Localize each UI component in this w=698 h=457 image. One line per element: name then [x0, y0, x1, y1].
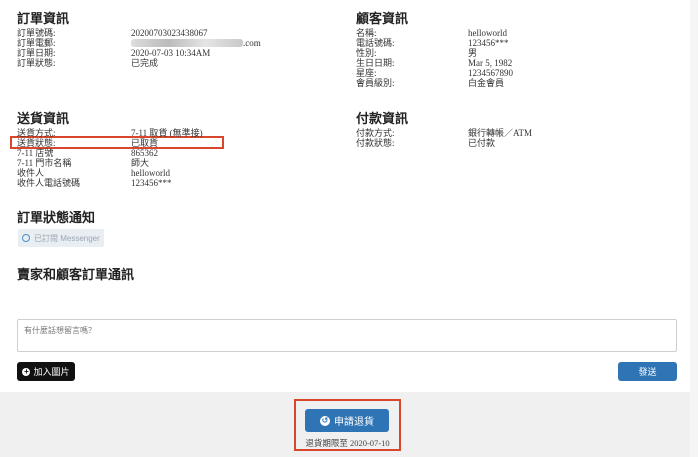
- delivery-info-title: 送貨資訊: [17, 111, 70, 126]
- check-circle-icon: [22, 234, 30, 242]
- order-status-label: 訂單狀態:: [17, 58, 56, 68]
- page-edge: [690, 0, 698, 457]
- messenger-badge-label: 已訂閱 Messenger: [34, 233, 100, 243]
- payment-status-value: 已付款: [468, 138, 496, 148]
- request-return-label: 申請退貨: [334, 417, 374, 428]
- notify-title: 訂單狀態通知: [17, 210, 96, 225]
- delivery-method-value: 7-11 取貨 (無準接): [131, 128, 203, 138]
- customer-level-value: 白金會員: [468, 78, 505, 88]
- recipient-phone-label: 收件人電話號碼: [17, 178, 81, 188]
- customer-phone-value: 123456***: [468, 38, 509, 48]
- order-detail-card: 訂單資訊 訂單號碼: 20200703023438067 訂單電郵: .com …: [0, 0, 690, 392]
- customer-zodiac-value: 1234567890: [468, 68, 513, 78]
- add-image-label: 加入圖片: [33, 367, 70, 377]
- order-date-label: 訂單日期:: [17, 48, 56, 58]
- plus-icon: +: [22, 366, 31, 376]
- recipient-phone-value: 123456***: [131, 178, 172, 188]
- payment-method-label: 付款方式:: [356, 128, 395, 138]
- store-number-value: 865362: [131, 148, 158, 158]
- order-info-title: 訂單資訊: [17, 11, 70, 26]
- send-button[interactable]: 發送: [618, 362, 677, 381]
- customer-birthday-value: Mar 5, 1982: [468, 58, 513, 68]
- request-return-button[interactable]: ↺ 申請退貨: [305, 409, 389, 432]
- recipient-label: 收件人: [17, 168, 45, 178]
- add-image-button[interactable]: + 加入圖片: [17, 362, 75, 381]
- customer-birthday-label: 生日日期:: [356, 58, 395, 68]
- return-deadline: 退貨期限至 2020-07-10: [305, 438, 390, 448]
- customer-name-label: 名稱:: [356, 28, 377, 38]
- customer-name-value: helloworld: [468, 28, 507, 38]
- payment-status-label: 付款狀態:: [356, 138, 395, 148]
- order-email-value: .com: [243, 38, 261, 48]
- customer-gender-label: 性別:: [356, 48, 377, 58]
- payment-info-title: 付款資訊: [356, 111, 409, 126]
- store-number-label: 7-11 店號: [17, 148, 54, 158]
- customer-level-label: 會員級別:: [356, 78, 395, 88]
- order-status-value: 已完成: [131, 58, 159, 68]
- message-input[interactable]: [17, 319, 677, 352]
- store-name-label: 7-11 門市名稱: [17, 158, 72, 168]
- order-number-label: 訂單號碼:: [17, 28, 56, 38]
- order-email-blur: [131, 39, 243, 47]
- delivery-status-value: 已取貨: [131, 138, 159, 148]
- recipient-value: helloworld: [131, 168, 170, 178]
- store-name-value: 師大: [131, 158, 150, 168]
- order-email-label: 訂單電郵:: [17, 38, 56, 48]
- order-number-value: 20200703023438067: [131, 28, 208, 38]
- order-date-value: 2020-07-03 10:34AM: [131, 48, 211, 58]
- customer-info-title: 顧客資訊: [356, 11, 409, 26]
- customer-gender-value: 男: [468, 48, 478, 58]
- delivery-method-label: 送貨方式:: [17, 128, 56, 138]
- return-icon: ↺: [320, 415, 330, 426]
- customer-zodiac-label: 星座:: [356, 68, 377, 78]
- chat-title: 賣家和顧客訂單通訊: [17, 267, 135, 282]
- delivery-status-label: 送貨狀態:: [17, 138, 56, 148]
- customer-phone-label: 電話號碼:: [356, 38, 395, 48]
- payment-method-value: 銀行轉帳／ATM: [468, 128, 533, 138]
- messenger-subscribed-badge[interactable]: 已訂閱 Messenger: [18, 229, 104, 247]
